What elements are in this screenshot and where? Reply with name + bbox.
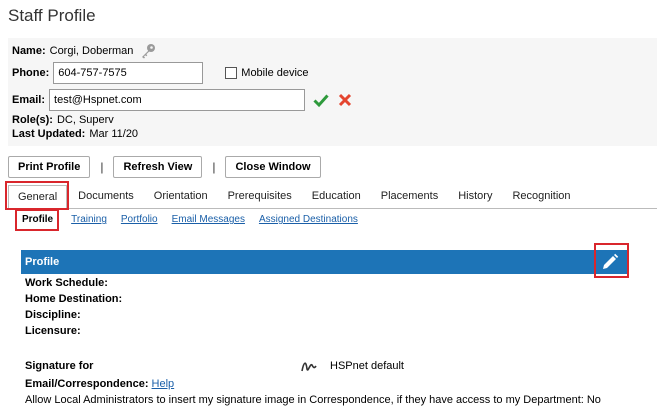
toolbar-separator: | (212, 160, 216, 174)
roles-label: Role(s): (12, 114, 53, 126)
home-destination-label: Home Destination: (25, 293, 123, 305)
tab-history[interactable]: History (449, 184, 501, 208)
cancel-x-icon[interactable] (337, 92, 353, 108)
section-title: Profile (25, 256, 60, 268)
roles-value: DC, Superv (56, 114, 114, 126)
print-profile-button[interactable]: Print Profile (8, 156, 91, 178)
licensure-label: Licensure: (25, 325, 81, 337)
tab-recognition[interactable]: Recognition (503, 184, 579, 208)
name-label: Name: (12, 45, 46, 57)
profile-info-panel: Name: Corgi, Doberman Phone: Mobile devi… (8, 38, 657, 146)
main-tabs: General Documents Orientation Prerequisi… (8, 183, 657, 209)
toolbar: Print Profile | Refresh View | Close Win… (8, 156, 321, 178)
help-link[interactable]: Help (152, 378, 175, 390)
mobile-device-checkbox[interactable] (225, 67, 238, 79)
tab-placements[interactable]: Placements (372, 184, 447, 208)
signature-for-label: Signature for (25, 360, 94, 372)
signature-icon (301, 362, 317, 372)
mobile-device-label: Mobile device (241, 67, 309, 79)
name-row: Name: Corgi, Doberman (12, 43, 157, 59)
email-correspondence-label: Email/Correspondence: (25, 378, 149, 390)
tab-prerequisites[interactable]: Prerequisites (219, 184, 301, 208)
subtab-training[interactable]: Training (71, 214, 107, 225)
close-window-button[interactable]: Close Window (225, 156, 321, 178)
refresh-view-button[interactable]: Refresh View (113, 156, 203, 178)
last-updated-label: Last Updated: (12, 128, 86, 140)
save-check-icon[interactable] (313, 92, 329, 108)
last-updated-row: Last Updated: Mar 11/20 (12, 128, 138, 140)
tab-orientation[interactable]: Orientation (145, 184, 217, 208)
subtab-email-messages[interactable]: Email Messages (172, 214, 245, 225)
tab-education[interactable]: Education (303, 184, 370, 208)
email-input[interactable] (49, 89, 306, 111)
email-row: Email: (12, 89, 353, 111)
highlight-box-profile-subtab (15, 209, 59, 231)
work-schedule-label: Work Schedule: (25, 277, 108, 289)
sub-tabs: Profile Training Portfolio Email Message… (18, 212, 372, 227)
roles-row: Role(s): DC, Superv (12, 114, 114, 126)
phone-row: Phone: Mobile device (12, 62, 309, 84)
email-correspondence-row: Email/Correspondence: Help (25, 378, 174, 390)
name-value: Corgi, Doberman (49, 45, 134, 57)
profile-section-header: Profile (21, 250, 627, 274)
key-icon[interactable] (139, 43, 157, 59)
toolbar-separator: | (100, 160, 104, 174)
email-label: Email: (12, 94, 46, 106)
signature-preview: HSPnet default (300, 357, 404, 375)
phone-input[interactable] (53, 62, 204, 84)
highlight-box-edit-icon (594, 243, 629, 278)
subtab-assigned-destinations[interactable]: Assigned Destinations (259, 214, 358, 225)
signature-default-text: HSPnet default (330, 360, 404, 372)
tab-documents[interactable]: Documents (69, 184, 143, 208)
phone-label: Phone: (12, 67, 50, 79)
subtab-portfolio[interactable]: Portfolio (121, 214, 158, 225)
discipline-label: Discipline: (25, 309, 81, 321)
last-updated-value: Mar 11/20 (89, 128, 139, 140)
allow-admins-text: Allow Local Administrators to insert my … (25, 394, 601, 406)
page-title: Staff Profile (8, 6, 96, 25)
highlight-box-general-tab (5, 181, 69, 210)
